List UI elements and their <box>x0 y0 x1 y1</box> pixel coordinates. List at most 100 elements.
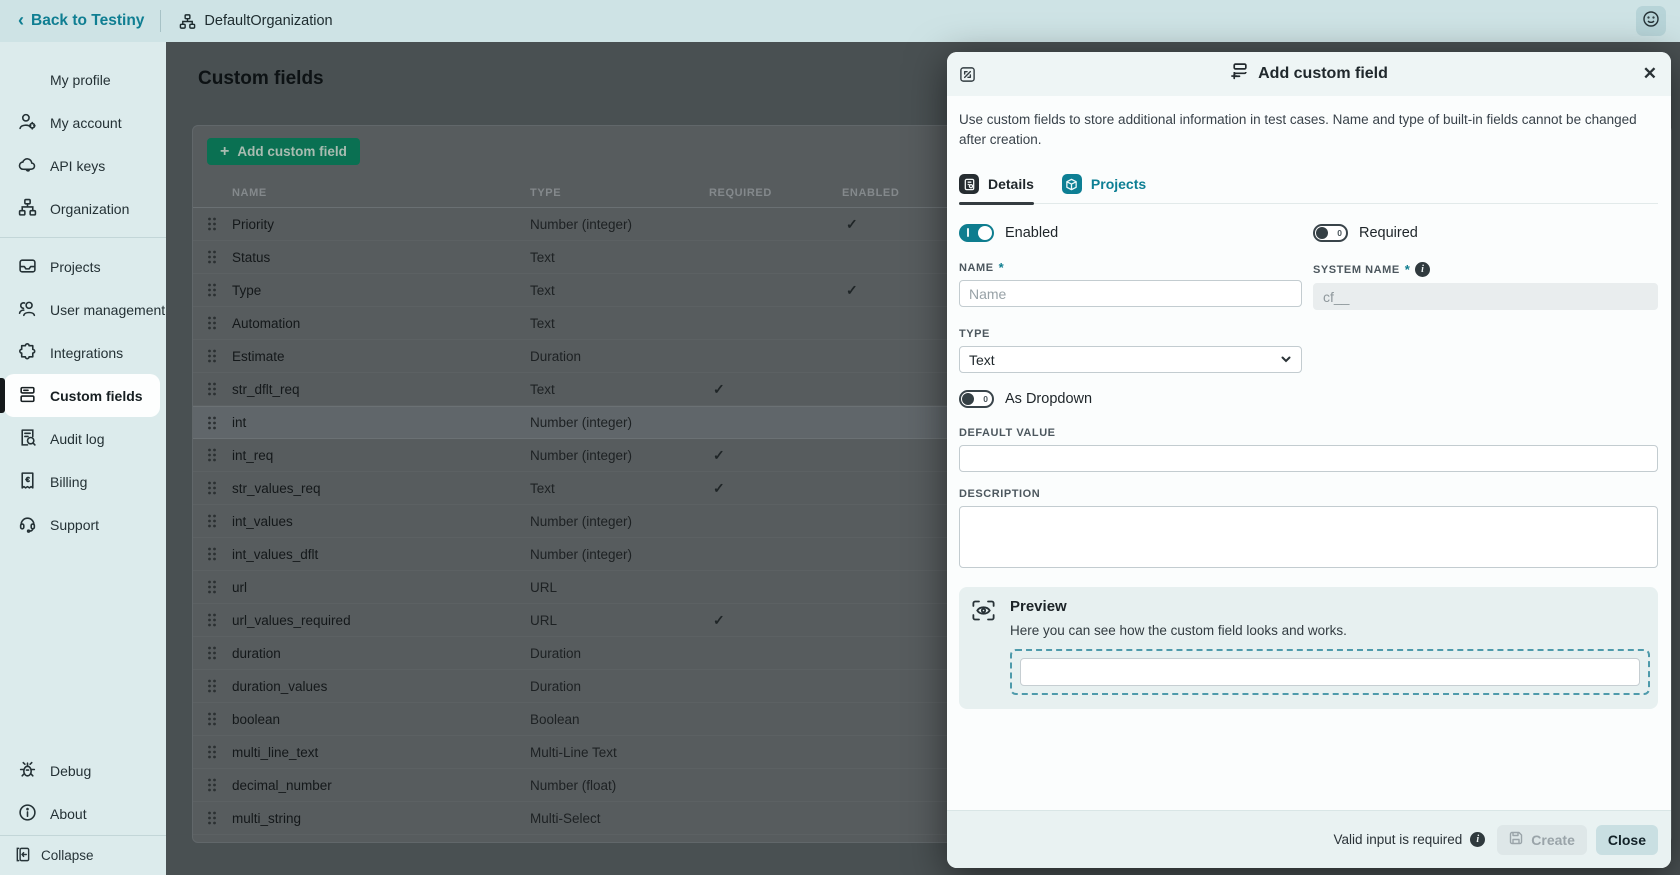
sidebar-item-label: About <box>50 806 87 822</box>
sidebar-item-debug[interactable]: Debug <box>0 749 166 792</box>
sidebar-item-integrations[interactable]: Integrations <box>0 331 166 374</box>
sidebar-collapse-button[interactable]: Collapse <box>0 835 166 875</box>
required-toggle[interactable]: 0 <box>1313 224 1348 242</box>
type-field-label: TYPE <box>959 328 1658 340</box>
field-name-cell: Status <box>223 250 521 265</box>
top-bar: ‹ Back to Testiny DefaultOrganization <box>0 0 1680 42</box>
sidebar-item-my-account[interactable]: My account <box>0 101 166 144</box>
sidebar-item-label: My account <box>50 115 122 131</box>
drawer-tabs: Details Projects <box>959 174 1658 204</box>
default-value-label: DEFAULT VALUE <box>959 427 1658 439</box>
field-type-cell: URL <box>521 613 700 628</box>
drag-handle-icon[interactable] <box>193 546 223 562</box>
topbar-divider <box>160 10 161 32</box>
chevron-left-icon: ‹ <box>18 11 24 29</box>
sidebar-item-label: Support <box>50 517 99 533</box>
drag-handle-icon[interactable] <box>193 216 223 232</box>
drag-handle-icon[interactable] <box>193 612 223 628</box>
audit-icon <box>18 428 37 450</box>
field-type-cell: Number (float) <box>521 778 700 793</box>
sidebar-item-label: Organization <box>50 201 129 217</box>
field-type-cell: URL <box>521 580 700 595</box>
drag-handle-icon[interactable] <box>193 645 223 661</box>
close-button[interactable]: Close <box>1596 825 1658 855</box>
drag-handle-icon[interactable] <box>193 381 223 397</box>
sidebar-item-support[interactable]: Support <box>0 503 166 546</box>
name-input[interactable] <box>959 280 1302 307</box>
sitemap-icon <box>179 13 196 30</box>
tab-details[interactable]: Details <box>959 174 1034 203</box>
preview-field-input[interactable] <box>1020 658 1640 686</box>
smiley-icon <box>1641 9 1661 34</box>
field-type-cell: Number (integer) <box>521 547 700 562</box>
drawer-header: Add custom field ✕ <box>947 52 1671 96</box>
drawer-body: Use custom fields to store additional in… <box>947 96 1671 810</box>
type-select-value: Text <box>969 352 995 368</box>
create-button[interactable]: Create <box>1497 825 1587 855</box>
enabled-toggle[interactable] <box>959 224 994 242</box>
sidebar-item-organization[interactable]: Organization <box>0 187 166 230</box>
drag-handle-icon[interactable] <box>193 282 223 298</box>
sidebar-item-audit-log[interactable]: Audit log <box>0 417 166 460</box>
sidebar-item-projects[interactable]: Projects <box>0 245 166 288</box>
sidebar-item-custom-fields[interactable]: Custom fields <box>4 374 160 417</box>
drag-handle-icon[interactable] <box>193 447 223 463</box>
sidebar-item-my-profile[interactable]: My profile <box>0 58 166 101</box>
feedback-button[interactable] <box>1636 6 1666 36</box>
info-icon[interactable]: i <box>1470 832 1485 847</box>
drag-handle-icon[interactable] <box>193 348 223 364</box>
default-value-input[interactable] <box>959 445 1658 472</box>
drag-handle-icon[interactable] <box>193 777 223 793</box>
drag-handle-icon[interactable] <box>193 678 223 694</box>
drag-handle-icon[interactable] <box>193 513 223 529</box>
close-icon[interactable]: ✕ <box>1643 64 1657 84</box>
collapse-label: Collapse <box>41 848 94 863</box>
field-name-cell: int_values <box>223 514 521 529</box>
drag-handle-icon[interactable] <box>193 711 223 727</box>
drag-handle-icon[interactable] <box>193 810 223 826</box>
field-name-cell: decimal_number <box>223 778 521 793</box>
field-type-cell: Multi-Line Text <box>521 745 700 760</box>
field-type-cell: Text <box>521 481 700 496</box>
field-name-cell: Priority <box>223 217 521 232</box>
required-checkmark-icon: ✓ <box>700 447 833 464</box>
field-type-cell: Number (integer) <box>521 514 700 529</box>
drag-handle-icon[interactable] <box>193 744 223 760</box>
field-name-cell: Type <box>223 283 521 298</box>
as-dropdown-toggle[interactable]: 0 <box>959 390 994 408</box>
drag-handle-icon[interactable] <box>193 249 223 265</box>
tab-projects[interactable]: Projects <box>1062 174 1146 203</box>
sidebar-item-user-management[interactable]: User management <box>0 288 166 331</box>
back-to-testiny-link[interactable]: ‹ Back to Testiny <box>18 12 144 30</box>
sitemap-icon <box>18 198 37 220</box>
preview-panel: Preview Here you can see how the custom … <box>959 587 1658 709</box>
custom-field-add-icon <box>1230 62 1249 86</box>
tab-label: Projects <box>1091 176 1146 192</box>
drag-handle-icon[interactable] <box>193 480 223 496</box>
as-dropdown-toggle-label: As Dropdown <box>1005 391 1092 407</box>
sidebar-item-api-keys[interactable]: API keys <box>0 144 166 187</box>
cloud-icon <box>18 155 37 177</box>
required-toggle-row: 0 Required <box>1313 224 1658 242</box>
puzzle-icon <box>18 342 37 364</box>
description-textarea[interactable] <box>959 506 1658 568</box>
user-gear-icon <box>18 112 37 134</box>
organization-switcher[interactable]: DefaultOrganization <box>179 13 332 30</box>
description-field-group: DESCRIPTION <box>959 488 1658 573</box>
drag-handle-icon[interactable] <box>193 579 223 595</box>
inbox-icon <box>18 256 37 278</box>
drag-handle-icon[interactable] <box>193 415 223 431</box>
sidebar-item-about[interactable]: About <box>0 792 166 835</box>
sidebar-item-billing[interactable]: Billing <box>0 460 166 503</box>
type-select[interactable]: Text <box>959 346 1302 373</box>
field-type-cell: Number (integer) <box>521 448 700 463</box>
info-icon[interactable]: i <box>1415 262 1430 277</box>
organization-name: DefaultOrganization <box>204 13 332 29</box>
expand-icon[interactable] <box>959 64 979 84</box>
drag-handle-icon[interactable] <box>193 315 223 331</box>
field-type-cell: Duration <box>521 646 700 661</box>
field-name-cell: Estimate <box>223 349 521 364</box>
sidebar-item-label: Billing <box>50 474 87 490</box>
settings-sidebar: My profile My account API keys Organizat… <box>0 42 166 875</box>
add-custom-field-button[interactable]: + Add custom field <box>207 138 360 165</box>
